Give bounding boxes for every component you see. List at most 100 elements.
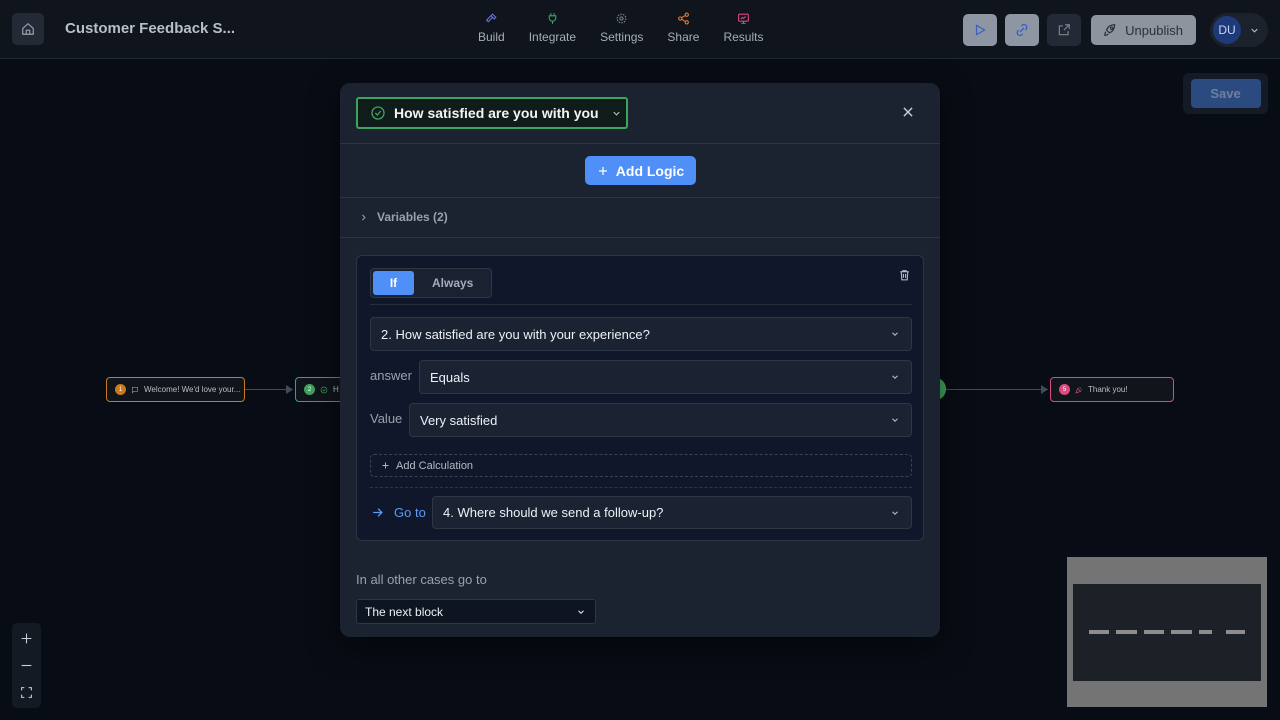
goto-label: Go to xyxy=(371,505,426,520)
tab-always[interactable]: Always xyxy=(432,276,473,290)
divider xyxy=(370,304,912,305)
unpublish-label: Unpublish xyxy=(1125,22,1183,38)
value-select[interactable]: Very satisfied xyxy=(409,403,912,437)
minimap-node xyxy=(1116,630,1137,634)
results-icon xyxy=(738,13,749,24)
chevron-down-icon xyxy=(892,510,898,515)
canvas-node-welcome[interactable]: 1 Welcome! We'd love your... xyxy=(106,377,245,402)
other-cases-value: The next block xyxy=(365,604,444,619)
add-logic-button[interactable]: Add Logic xyxy=(585,156,696,185)
add-calculation-label: Add Calculation xyxy=(396,459,474,472)
chevron-down-icon xyxy=(892,418,898,422)
copy-link-button[interactable] xyxy=(1005,14,1040,46)
top-bar: Customer Feedback S... Build Integrate S… xyxy=(0,0,1280,59)
avatar: DU xyxy=(1213,16,1241,44)
share-icon xyxy=(678,12,689,25)
condition-mode-toggle: If Always xyxy=(370,268,492,298)
nav-integrate-label: Integrate xyxy=(528,30,577,44)
plus-icon xyxy=(598,166,607,175)
message-icon xyxy=(132,386,138,393)
link-icon xyxy=(1016,23,1028,37)
nav-settings-label: Settings xyxy=(600,30,644,44)
minimap-node xyxy=(1226,630,1245,634)
arrow-head-icon xyxy=(286,385,293,394)
node-number: 5 xyxy=(1059,384,1070,395)
variables-toggle[interactable]: Variables (2) xyxy=(359,210,448,224)
open-external-button[interactable] xyxy=(1047,14,1082,46)
chevron-down-icon xyxy=(1251,28,1258,33)
answer-label: answer xyxy=(370,368,412,383)
node-label: Thank you! xyxy=(1088,385,1128,394)
question-select[interactable]: 2. How satisfied are you with your exper… xyxy=(370,317,912,351)
chevron-down-icon xyxy=(892,332,898,336)
nav-results-label: Results xyxy=(723,30,764,44)
variables-label: Variables (2) xyxy=(377,210,448,224)
nav-build-label: Build xyxy=(478,30,505,44)
gear-icon xyxy=(616,13,627,24)
chevron-down-icon xyxy=(578,609,584,614)
other-cases-select[interactable]: The next block xyxy=(356,599,596,624)
user-menu[interactable]: DU xyxy=(1210,13,1268,47)
other-cases-label: In all other cases go to xyxy=(356,572,487,587)
divider xyxy=(340,197,940,198)
zoom-controls xyxy=(12,623,41,708)
header-tools: Unpublish DU xyxy=(963,13,1268,47)
check-circle-icon xyxy=(371,106,385,120)
main-nav: Build Integrate Settings Share Results xyxy=(478,12,787,44)
goto-select[interactable]: 4. Where should we send a follow-up? xyxy=(432,496,912,529)
zoom-out-icon[interactable] xyxy=(20,659,33,672)
nav-integrate[interactable]: Integrate xyxy=(529,12,576,44)
value-label: Value xyxy=(370,411,403,426)
save-panel: Save xyxy=(1183,73,1268,114)
rocket-icon xyxy=(1104,24,1116,36)
nav-results[interactable]: Results xyxy=(723,12,763,44)
chevron-down-icon xyxy=(892,375,898,379)
node-number: 2 xyxy=(304,384,315,395)
node-number: 1 xyxy=(115,384,126,395)
add-logic-label: Add Logic xyxy=(615,162,685,179)
close-icon[interactable] xyxy=(901,105,915,119)
add-calculation-button[interactable]: Add Calculation xyxy=(370,454,912,477)
value-value: Very satisfied xyxy=(420,412,498,428)
nav-build[interactable]: Build xyxy=(478,12,505,44)
divider xyxy=(340,143,940,144)
nav-share[interactable]: Share xyxy=(667,12,699,44)
node-label: Welcome! We'd love your... xyxy=(144,385,241,394)
logic-modal: How satisfied are you with you Add Logic… xyxy=(340,83,940,637)
block-selector[interactable]: How satisfied are you with you xyxy=(356,97,628,129)
divider xyxy=(340,237,940,238)
minimap[interactable] xyxy=(1067,557,1267,707)
zoom-in-icon[interactable] xyxy=(20,632,33,645)
goto-value: 4. Where should we send a follow-up? xyxy=(443,505,664,520)
save-button[interactable]: Save xyxy=(1190,79,1261,108)
nav-settings[interactable]: Settings xyxy=(600,12,643,44)
trash-icon[interactable] xyxy=(898,268,911,282)
node-label: H xyxy=(333,385,339,394)
home-icon xyxy=(22,22,34,35)
nav-share-label: Share xyxy=(667,30,700,44)
operator-value: Equals xyxy=(430,369,470,385)
operator-select[interactable]: Equals xyxy=(419,360,912,394)
logic-rule-card: If Always 2. How satisfied are you with … xyxy=(356,255,924,541)
fit-view-icon[interactable] xyxy=(20,686,33,699)
edge xyxy=(940,389,1048,390)
arrow-right-icon xyxy=(373,508,383,517)
party-icon xyxy=(1075,386,1083,394)
chevron-right-icon xyxy=(362,214,366,220)
minimap-node xyxy=(1089,630,1109,634)
minimap-node xyxy=(1199,630,1212,634)
check-circle-icon xyxy=(320,386,328,393)
plus-icon xyxy=(382,462,389,469)
minimap-node xyxy=(1144,630,1164,634)
tab-if[interactable]: If xyxy=(373,271,414,295)
app-title[interactable]: Customer Feedback S... xyxy=(65,20,235,37)
play-icon xyxy=(976,24,987,36)
goto-text: Go to xyxy=(394,505,426,520)
preview-button[interactable] xyxy=(963,14,998,46)
canvas-node-thank-you[interactable]: 5 Thank you! xyxy=(1050,377,1174,402)
home-button[interactable] xyxy=(12,13,44,45)
block-title: How satisfied are you with you xyxy=(394,105,599,121)
divider xyxy=(370,487,912,488)
unpublish-button[interactable]: Unpublish xyxy=(1091,15,1196,45)
external-link-icon xyxy=(1058,24,1071,36)
